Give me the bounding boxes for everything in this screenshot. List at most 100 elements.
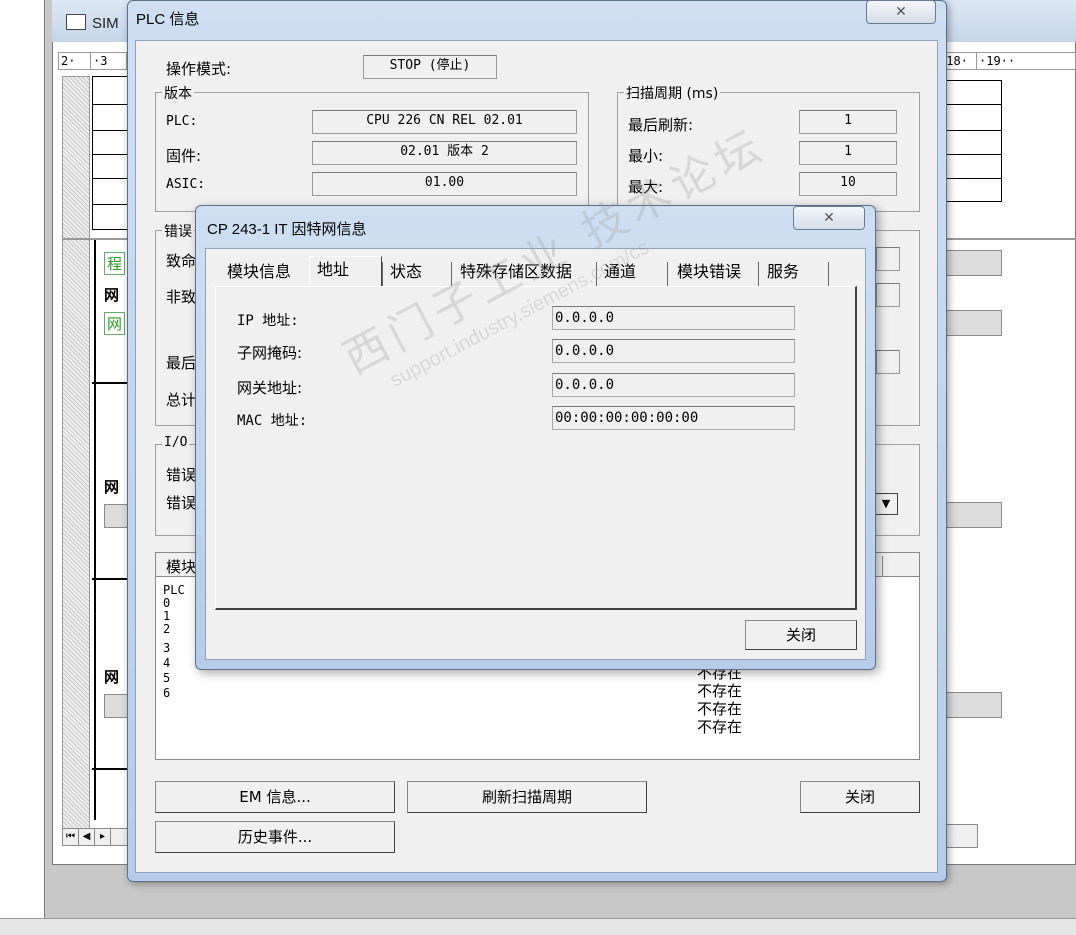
grid-line bbox=[92, 204, 128, 205]
version-asic-value: 01.00 bbox=[312, 172, 577, 196]
chevron-down-icon: ▼ bbox=[881, 497, 891, 510]
error-value-field bbox=[876, 283, 900, 307]
tab-channel[interactable]: 通道 bbox=[604, 258, 636, 286]
left-gutter bbox=[62, 76, 90, 836]
io-error-label: 错误 bbox=[166, 494, 197, 512]
history-events-button[interactable]: 历史事件... bbox=[155, 821, 395, 853]
ip-address-field: 0.0.0.0 bbox=[552, 306, 795, 330]
plc-window-close-button[interactable]: ✕ bbox=[866, 0, 936, 24]
ruler-tick: ·19·· bbox=[977, 53, 1076, 69]
version-group-title: 版本 bbox=[162, 83, 194, 103]
tab-separator bbox=[758, 262, 759, 286]
io-error-label: 错误 bbox=[166, 466, 197, 484]
tab-address[interactable]: 地址 bbox=[317, 256, 349, 284]
mode-value: STOP (停止) bbox=[363, 55, 497, 79]
version-plc-value: CPU 226 CN REL 02.01 bbox=[312, 110, 577, 134]
scan-last-label: 最后刷新: bbox=[628, 116, 694, 134]
tab-special-memory[interactable]: 特殊存储区数据 bbox=[460, 258, 572, 286]
grid-stub-right bbox=[946, 80, 1002, 202]
list-item[interactable]: 6 bbox=[163, 687, 185, 700]
app-title: SIM bbox=[92, 15, 119, 32]
grid-stub-left bbox=[92, 76, 128, 230]
rung-line bbox=[92, 578, 128, 580]
last-error-label: 最后 bbox=[166, 354, 197, 372]
scan-max-label: 最大: bbox=[628, 178, 664, 196]
version-firmware-value: 02.01 版本 2 bbox=[312, 141, 577, 165]
network-comment-box[interactable] bbox=[946, 250, 1002, 276]
scrollbar-track[interactable] bbox=[946, 824, 978, 848]
gateway-field: 0.0.0.0 bbox=[552, 373, 795, 397]
grid-line bbox=[92, 154, 128, 155]
grid-line bbox=[946, 130, 1002, 131]
grid-line bbox=[92, 130, 128, 131]
subnet-mask-field: 0.0.0.0 bbox=[552, 339, 795, 363]
tab-separator bbox=[828, 262, 829, 286]
list-item[interactable]: 4 bbox=[163, 657, 185, 670]
grid-line bbox=[92, 104, 128, 105]
tab-scroll-buttons[interactable]: ⏮ ◀ ▸ bbox=[62, 828, 132, 846]
network-comment-box[interactable] bbox=[946, 310, 1002, 336]
version-plc-label: PLC: bbox=[166, 114, 198, 129]
rung-line bbox=[92, 382, 128, 384]
grid-line bbox=[946, 154, 1002, 155]
list-item[interactable]: 3 bbox=[163, 642, 185, 655]
mac-address-field: 00:00:00:00:00:00 bbox=[552, 406, 795, 430]
module-status: 不存在 bbox=[697, 718, 743, 736]
list-item[interactable]: 5 bbox=[163, 672, 185, 685]
network-comment-box[interactable] bbox=[104, 504, 128, 528]
error-value-field bbox=[876, 247, 900, 271]
power-rail bbox=[94, 240, 96, 820]
cp-window-title: CP 243-1 IT 因特网信息 bbox=[207, 221, 367, 238]
network-comment-box[interactable] bbox=[104, 694, 128, 718]
next-tab-icon[interactable]: ▸ bbox=[95, 829, 111, 845]
tab-status[interactable]: 状态 bbox=[390, 258, 422, 286]
scan-max-value: 10 bbox=[799, 172, 897, 196]
tab-services[interactable]: 服务 bbox=[767, 258, 799, 286]
module-status: 不存在 bbox=[697, 700, 743, 718]
close-button[interactable]: 关闭 bbox=[800, 781, 920, 813]
mode-label: 操作模式: bbox=[166, 60, 232, 78]
list-item[interactable]: 2 bbox=[163, 623, 185, 636]
ruler-tick: 2· bbox=[59, 53, 91, 69]
tab-module-info[interactable]: 模块信息 bbox=[227, 258, 291, 286]
cp-close-button[interactable]: 关闭 bbox=[745, 620, 857, 650]
refresh-scan-button[interactable]: 刷新扫描周期 bbox=[407, 781, 647, 813]
network-comment-box[interactable] bbox=[946, 502, 1002, 528]
nonfatal-error-label: 非致 bbox=[166, 288, 197, 306]
tab-separator bbox=[451, 262, 452, 286]
cp-window-close-button[interactable]: ✕ bbox=[793, 206, 865, 230]
gateway-label: 网关地址: bbox=[237, 379, 303, 397]
close-icon: ✕ bbox=[823, 210, 835, 226]
tab-module-errors[interactable]: 模块错误 bbox=[677, 258, 741, 286]
module-column-header[interactable]: 模块 bbox=[166, 556, 196, 577]
network-comment-box[interactable] bbox=[946, 692, 1002, 718]
errors-group-title: 错误 bbox=[162, 221, 194, 241]
first-tab-icon[interactable]: ⏮ bbox=[63, 829, 79, 845]
prev-tab-icon[interactable]: ◀ bbox=[79, 829, 95, 845]
network-box[interactable]: 网 bbox=[104, 312, 126, 335]
app-icon bbox=[66, 14, 86, 30]
fatal-error-label: 致命 bbox=[166, 252, 197, 270]
rung-line bbox=[92, 768, 128, 770]
grid-line bbox=[946, 178, 1002, 179]
ruler-tick: ·3 bbox=[91, 53, 127, 69]
network-label: 网 bbox=[104, 668, 120, 686]
tab-separator bbox=[382, 262, 383, 286]
ip-address-label: IP 地址: bbox=[237, 313, 299, 329]
close-icon: ✕ bbox=[895, 4, 907, 20]
io-dropdown-button[interactable]: ▼ bbox=[874, 493, 898, 515]
scan-cycle-group-title: 扫描周期 (ms) bbox=[624, 83, 721, 103]
io-group-title: I/O bbox=[162, 435, 190, 450]
column-divider bbox=[882, 556, 883, 576]
plc-window-title: PLC 信息 bbox=[136, 11, 200, 28]
tab-separator bbox=[667, 262, 668, 286]
error-value-field bbox=[876, 350, 900, 374]
module-status-column: 不存在 不存在 不存在 不存在 bbox=[697, 664, 742, 736]
em-info-button[interactable]: EM 信息... bbox=[155, 781, 395, 813]
tab-separator bbox=[596, 262, 597, 286]
scan-min-label: 最小: bbox=[628, 147, 664, 165]
version-asic-label: ASIC: bbox=[166, 177, 206, 192]
program-label[interactable]: 程 bbox=[104, 252, 126, 275]
grid-line bbox=[92, 178, 128, 179]
network-label: 网 bbox=[104, 478, 120, 496]
